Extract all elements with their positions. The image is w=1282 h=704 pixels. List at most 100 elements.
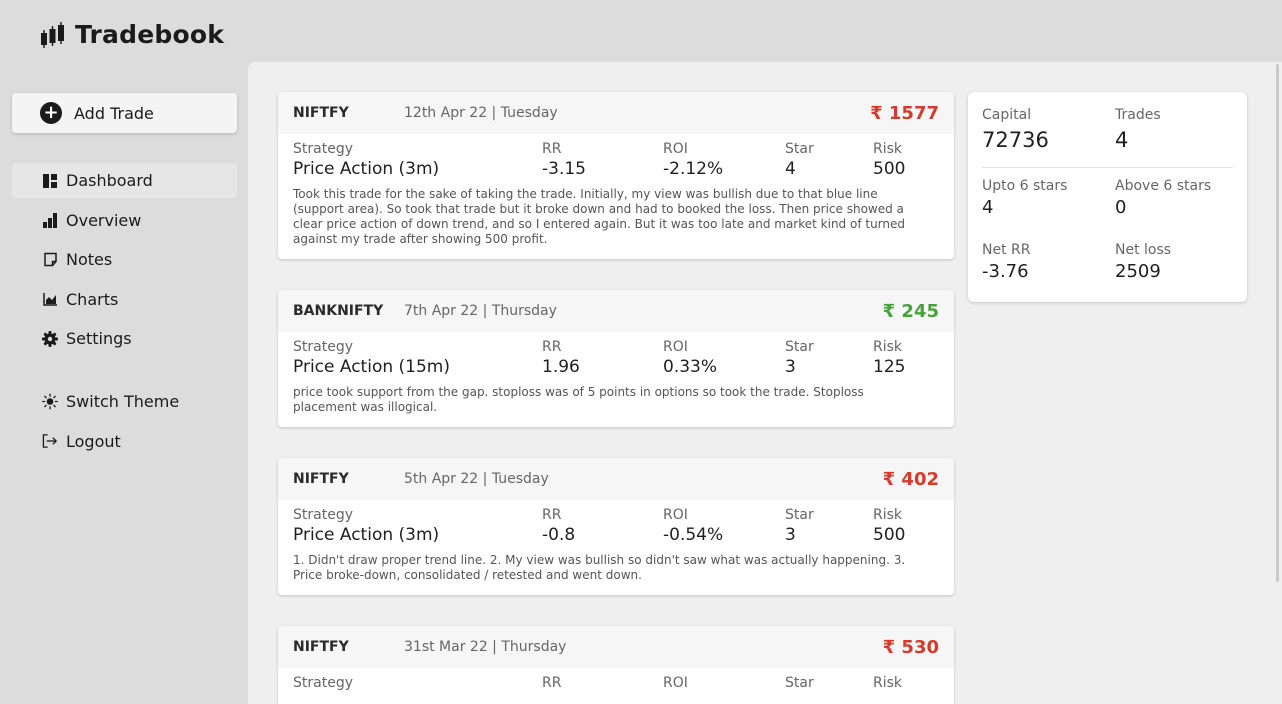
upto6-stat: Upto 6 stars 4 <box>982 177 1067 221</box>
rr-value: -3.15 <box>542 159 586 179</box>
risk-label: Risk <box>873 141 903 157</box>
risk-label: Risk <box>873 675 903 691</box>
sidebar-item-dashboard[interactable]: Dashboard <box>12 163 237 198</box>
trade-note: 1. Didn't draw proper trend line. 2. My … <box>293 553 906 582</box>
strategy-label: Strategy <box>293 675 353 691</box>
star-value: 3 <box>785 525 796 545</box>
risk-value: 500 <box>873 159 906 179</box>
roi-label: ROI <box>663 339 688 355</box>
netrr-stat: Net RR -3.76 <box>982 241 1030 285</box>
logout-icon <box>42 433 58 449</box>
strategy-label: Strategy <box>293 339 353 355</box>
gear-icon <box>42 330 58 347</box>
trade-card[interactable]: NIFTFY 5th Apr 22 | Tuesday ₹ 402 Strate… <box>278 458 954 595</box>
sun-icon <box>42 393 58 410</box>
star-label: Star <box>785 141 814 157</box>
roi-label: ROI <box>663 675 688 691</box>
sidebar-item-settings[interactable]: Settings <box>12 321 237 356</box>
sidebar-item-label: Settings <box>66 329 132 348</box>
trade-date: 31st Mar 22 | Thursday <box>404 639 567 655</box>
sidebar-item-label: Overview <box>66 210 142 230</box>
switch-theme-button[interactable]: Switch Theme <box>12 384 237 419</box>
risk-value: 125 <box>873 357 906 377</box>
rr-label: RR <box>542 675 562 691</box>
trade-date: 12th Apr 22 | Tuesday <box>404 105 558 121</box>
rr-value: -0.8 <box>542 525 576 545</box>
trade-card-header: BANKNIFTY 7th Apr 22 | Thursday ₹ 245 <box>278 290 954 332</box>
secondary-nav: Switch Theme Logout <box>12 384 237 459</box>
capital-label: Capital <box>982 107 1032 123</box>
netloss-stat: Net loss 2509 <box>1115 241 1171 285</box>
dashboard-icon <box>42 173 58 189</box>
trades-label: Trades <box>1115 107 1161 123</box>
summary-panel: Capital 72736 Trades 4 Upto 6 stars 4 Ab… <box>968 92 1247 302</box>
roi-value: 0.33% <box>663 357 718 377</box>
trade-note: price took support from the gap. stoplos… <box>293 385 864 414</box>
sidebar-item-charts[interactable]: Charts <box>12 282 237 317</box>
star-label: Star <box>785 675 814 691</box>
trade-pnl: ₹ 402 <box>882 468 939 490</box>
trade-stats: Strategy Price Action (15m) RR 1.96 ROI … <box>293 339 939 379</box>
main-nav: Dashboard Overview Notes Charts Settings <box>12 163 237 356</box>
summary-divider <box>982 167 1233 168</box>
roi-value: -2.12% <box>663 159 724 179</box>
trade-card[interactable]: NIFTFY 12th Apr 22 | Tuesday ₹ 1577 Stra… <box>278 92 954 259</box>
area-chart-icon <box>42 291 58 307</box>
trades-stat: Trades 4 <box>1115 106 1161 156</box>
strategy-value: Price Action (15m) <box>293 357 450 377</box>
scrollbar[interactable] <box>1276 64 1279 582</box>
logout-button[interactable]: Logout <box>12 424 237 459</box>
trade-card-header: NIFTFY 5th Apr 22 | Tuesday ₹ 402 <box>278 458 954 500</box>
trade-card[interactable]: BANKNIFTY 7th Apr 22 | Thursday ₹ 245 St… <box>278 290 954 427</box>
netrr-label: Net RR <box>982 242 1031 258</box>
trade-note: Took this trade for the sake of taking t… <box>293 187 906 246</box>
sidebar-item-overview[interactable]: Overview <box>12 203 237 238</box>
sidebar-item-notes[interactable]: Notes <box>12 242 237 277</box>
sidebar-item-label: Notes <box>66 250 113 269</box>
sidebar: + Add Trade Dashboard Overview Notes Cha… <box>12 93 237 463</box>
add-trade-button[interactable]: + Add Trade <box>12 93 237 133</box>
bar-chart-icon <box>42 212 58 228</box>
plus-circle-icon: + <box>40 102 62 124</box>
netloss-value: 2509 <box>1115 261 1161 282</box>
trade-symbol: NIFTFY <box>293 639 349 655</box>
note-icon <box>42 252 58 268</box>
capital-value: 72736 <box>982 128 1049 152</box>
sidebar-item-label: Charts <box>66 289 119 309</box>
strategy-value: Price Action (3m) <box>293 159 440 179</box>
trade-pnl: ₹ 530 <box>882 636 939 658</box>
star-value: 3 <box>785 357 796 377</box>
app-title: Tradebook <box>75 20 225 49</box>
strategy-value: Price Action (3m) <box>293 525 440 545</box>
trades-value: 4 <box>1115 128 1129 152</box>
trade-stats: Strategy Price Action (3m) RR -3.15 ROI … <box>293 141 939 181</box>
roi-label: ROI <box>663 141 688 157</box>
upto6-value: 4 <box>982 197 994 218</box>
trade-date: 5th Apr 22 | Tuesday <box>404 471 549 487</box>
trade-symbol: NIFTFY <box>293 471 349 487</box>
above6-stat: Above 6 stars 0 <box>1115 177 1211 221</box>
switch-theme-label: Switch Theme <box>66 392 180 411</box>
trade-stats: Strategy RR ROI Star Risk <box>293 675 939 704</box>
risk-value: 500 <box>873 525 906 545</box>
risk-label: Risk <box>873 339 903 355</box>
trade-card[interactable]: NIFTFY 31st Mar 22 | Thursday ₹ 530 Stra… <box>278 626 954 704</box>
trade-date: 7th Apr 22 | Thursday <box>404 303 557 319</box>
logout-label: Logout <box>66 431 121 451</box>
candlestick-icon <box>41 21 64 48</box>
sidebar-item-label: Dashboard <box>66 171 153 190</box>
rr-label: RR <box>542 507 562 523</box>
netrr-value: -3.76 <box>982 261 1029 282</box>
strategy-label: Strategy <box>293 507 353 523</box>
above6-label: Above 6 stars <box>1115 178 1212 194</box>
trade-pnl: ₹ 1577 <box>870 102 939 124</box>
trade-pnl: ₹ 245 <box>882 300 939 322</box>
trade-card-header: NIFTFY 31st Mar 22 | Thursday ₹ 530 <box>278 626 954 668</box>
rr-label: RR <box>542 339 562 355</box>
trade-card-header: NIFTFY 12th Apr 22 | Tuesday ₹ 1577 <box>278 92 954 134</box>
star-label: Star <box>785 507 814 523</box>
app-logo: Tradebook <box>40 20 224 49</box>
netloss-label: Net loss <box>1115 242 1172 258</box>
roi-label: ROI <box>663 507 688 523</box>
above6-value: 0 <box>1115 197 1127 218</box>
